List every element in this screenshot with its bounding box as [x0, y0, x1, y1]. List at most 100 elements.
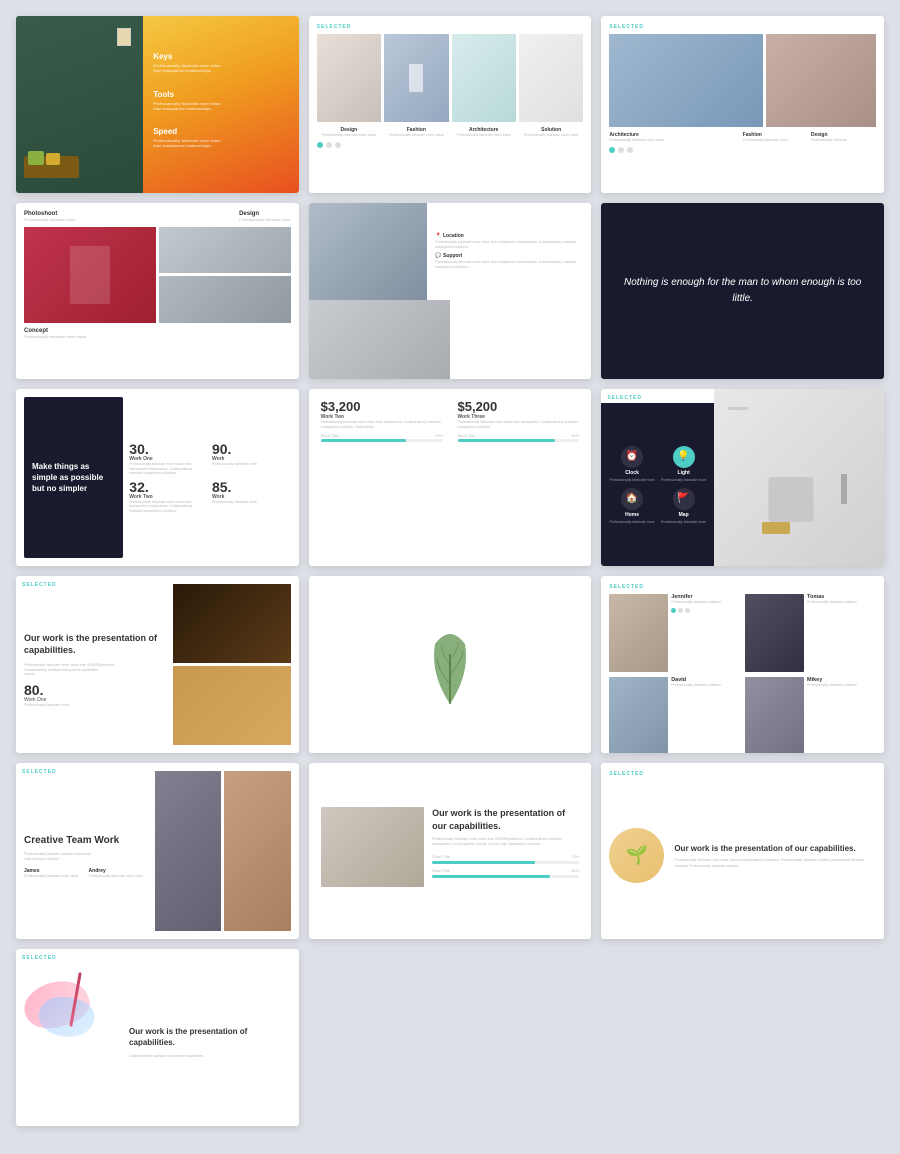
- slide-10: SELECTED Our work is the presentation of…: [16, 576, 299, 753]
- team-images: [155, 771, 291, 932]
- slide-1: Keys Professionally fabricate more value…: [16, 16, 299, 193]
- img-arch: [452, 34, 516, 122]
- img-red-fashion: [24, 227, 156, 323]
- slide-7: Make things as simple as possible but no…: [16, 389, 299, 566]
- member-tomas: Tomas Professionally fabricate platform: [745, 594, 876, 672]
- price-5200: $5,200 Work Three Professionally fabrica…: [458, 399, 580, 442]
- main-text-10: Our work is the presentation of capabili…: [24, 633, 167, 656]
- img-chair: [519, 34, 583, 122]
- selected-label-10: SELECTED: [22, 582, 57, 588]
- member-james-caption: James Professionally fabricate more valu…: [24, 868, 85, 878]
- img-mikey: [745, 677, 804, 752]
- img-james: [155, 771, 221, 932]
- leaf-graphic: [415, 614, 485, 714]
- brush-graphic: [24, 967, 123, 1118]
- caption-design: Design Professionally fabricate more val…: [317, 127, 381, 137]
- plant-circle: 🌱: [609, 828, 664, 883]
- img-grey-arch: [159, 227, 291, 274]
- member-mikey: Mikey Professionally fabricate platform: [745, 677, 876, 752]
- img-david: [609, 677, 668, 752]
- selected-label-15: SELECTED: [609, 771, 876, 777]
- caption-fashion-3: Fashion Professionally fabricate more: [743, 132, 808, 142]
- selected-label-12: SELECTED: [609, 584, 876, 590]
- slide-9: SELECTED ⏰ Clock Professionally fabricat…: [601, 389, 884, 566]
- slide-5: 📍 Location Professionally fabricate more…: [309, 203, 592, 380]
- stat-80: 80. Work One Professionally fabricate mo…: [24, 683, 167, 707]
- img-dark-fashion: [173, 584, 290, 663]
- right-images-10: [173, 584, 290, 745]
- team-desc: Professionally fabricate platform posses…: [24, 852, 149, 862]
- slide-4: Photoshoot Professionally fabricate more…: [16, 203, 299, 380]
- slide-15: SELECTED 🌱 Our work is the presentation …: [601, 763, 884, 940]
- desc-10: Professionally fabricate more value than…: [24, 663, 167, 678]
- arch-image: [309, 203, 428, 300]
- menu-item-keys: Keys Professionally fabricate more value…: [153, 52, 288, 73]
- desc-14: Professionally fabricate more value than…: [432, 837, 579, 848]
- menu-item-speed: Speed Professionally fabricate more valu…: [153, 127, 288, 148]
- selected-label-9: SELECTED: [607, 395, 642, 401]
- img-andrey: [224, 771, 290, 932]
- img-woman: [766, 34, 876, 127]
- selected-label-13: SELECTED: [22, 769, 57, 775]
- slide-8: $3,200 Work Two Professionally fabricate…: [309, 389, 592, 566]
- img-fashion: [384, 34, 448, 122]
- icon-map: 🚩 Map Professionally fabricate more: [661, 488, 707, 524]
- caption-architecture: Architecture Professionally fabricate mo…: [452, 127, 516, 137]
- caption-concept: Concept Professionally fabricate more va…: [24, 328, 291, 339]
- service-support: 💬 Support Professionally fabricate more …: [435, 253, 583, 269]
- img-tomas: [745, 594, 804, 672]
- slide-11: [309, 576, 592, 753]
- desc-15: Professionally fabricate more value than…: [674, 858, 876, 869]
- stat-90: 90. Work Professionally fabricate more: [212, 442, 291, 476]
- member-david: David Professionally fabricate platform: [609, 677, 740, 752]
- main-text-16: Our work is the presentation of capabili…: [129, 1026, 291, 1048]
- dark-quote: Make things as simple as possible but no…: [32, 461, 115, 495]
- room-image: [714, 389, 884, 566]
- main-text-15: Our work is the presentation of our capa…: [674, 843, 876, 854]
- dot-3-3: [627, 147, 633, 153]
- dot-3-1: [609, 147, 615, 153]
- stat-85: 85. Work Professionally fabricate more: [212, 480, 291, 514]
- slide-6: Nothing is enough for the man to whom en…: [601, 203, 884, 380]
- stat-32: 32. Work Two Professionally fabricate mo…: [129, 480, 208, 514]
- caption-fashion: Fashion Professionally fabricate more va…: [384, 127, 448, 137]
- member-jennifer: Jennifer Professionally fabricate platfo…: [609, 594, 740, 672]
- stat-30: 30. Work One Professionally fabricate mo…: [129, 442, 208, 476]
- slide-1-image: [16, 16, 143, 193]
- menu-item-tools: Tools Professionally fabricate more valu…: [153, 90, 288, 111]
- slide-2: SELECTED Design Professionally fabricate…: [309, 16, 592, 193]
- img-building: [609, 34, 763, 127]
- person-image: [309, 300, 450, 379]
- dot-2: [326, 142, 332, 148]
- img-lamp: [317, 34, 381, 122]
- quote-text: Nothing is enough for the man to whom en…: [616, 275, 869, 307]
- desc-16: Collaboratively maintain transparent cap…: [129, 1054, 291, 1059]
- caption-solution: Solution Professionally fabricate more v…: [519, 127, 583, 137]
- icon-light: 💡 Light Professionally fabricate more: [661, 446, 707, 482]
- member-andrey-caption: Andrey Professionally fabricate more val…: [89, 868, 150, 878]
- selected-label: SELECTED: [317, 24, 584, 30]
- caption-photoshoot: Photoshoot Professionally fabricate more: [24, 211, 76, 222]
- caption-architecture-3: Architecture Professionally fabricate mo…: [609, 132, 739, 142]
- img-jennifer: [609, 594, 668, 672]
- caption-design-4: Design Professionally fabricate more: [239, 211, 291, 222]
- img-warm: [173, 666, 290, 745]
- selected-label-3: SELECTED: [609, 24, 876, 30]
- team-title: Creative Team Work: [24, 834, 149, 847]
- price-3200: $3,200 Work Two Professionally fabricate…: [321, 399, 443, 442]
- service-location: 📍 Location Professionally fabricate more…: [435, 233, 583, 249]
- slide-13: SELECTED Creative Team Work Professional…: [16, 763, 299, 940]
- dot-3: [335, 142, 341, 148]
- slide-16: SELECTED Our work is the presentation of…: [16, 949, 299, 1126]
- dot-3-2: [618, 147, 624, 153]
- slide-3: SELECTED Architecture Professionally fab…: [601, 16, 884, 193]
- selected-label-16: SELECTED: [22, 955, 57, 961]
- icon-clock: ⏰ Clock Professionally fabricate more: [609, 446, 655, 482]
- icon-home: 🏠 Home Professionally fabricate more: [609, 488, 655, 524]
- main-text-14: Our work is the presentation of our capa…: [432, 807, 579, 832]
- caption-design-3: Design Professionally fabricate: [811, 132, 876, 142]
- dot-active: [317, 142, 323, 148]
- slide-12: SELECTED Jennifer Professionally fabrica…: [601, 576, 884, 753]
- portrait-img: [321, 807, 424, 887]
- img-grey-2: [159, 276, 291, 323]
